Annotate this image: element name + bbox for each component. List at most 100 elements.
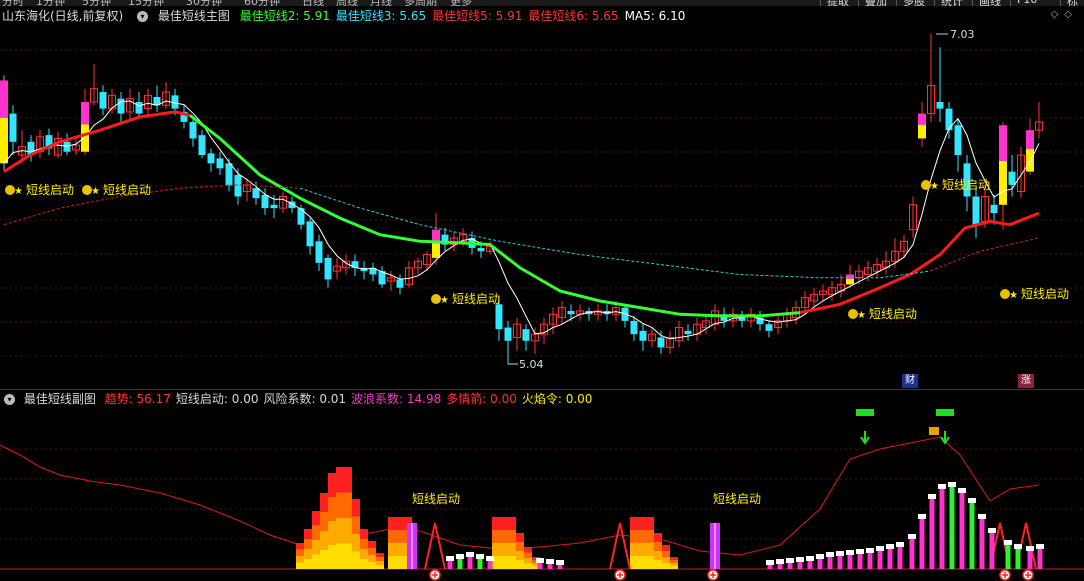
candle-body [504, 327, 512, 341]
period-tab-6[interactable]: 日线 [302, 0, 324, 6]
period-tab-5[interactable]: 60分钟 [244, 0, 280, 6]
signal-flag [856, 409, 874, 416]
stock-title: 山东海化(日线,前复权) [2, 9, 124, 23]
wave-bar [447, 561, 453, 569]
candle-body [270, 204, 278, 209]
rise-badge[interactable]: 涨 [1018, 374, 1034, 388]
wave-cap [846, 550, 854, 555]
candle-body [234, 174, 242, 197]
wave-bar [887, 549, 893, 569]
long-ma-cyan [299, 187, 931, 279]
flame-bar [516, 560, 524, 569]
period-tab-8[interactable]: 月线 [370, 0, 392, 6]
candle-body [765, 324, 773, 331]
wave-bar [1027, 551, 1033, 569]
signal-label: 短线启动 [452, 292, 500, 306]
signal-label: 短线启动 [26, 183, 74, 197]
wave-bar [787, 563, 793, 569]
candle-body [1026, 148, 1034, 172]
signal-star-icon: ★ [91, 186, 100, 197]
wave-bar [777, 564, 783, 569]
period-tab-0[interactable]: 分时 [2, 0, 24, 6]
toolbar-button-4[interactable]: 画线 [972, 0, 1007, 6]
indicator-name[interactable]: 最佳短线主图 [158, 9, 230, 23]
trend-line-green [189, 114, 801, 318]
wave-cap [948, 482, 956, 487]
period-tab-3[interactable]: 15分钟 [128, 0, 164, 6]
finance-badge[interactable]: 财 [902, 374, 918, 388]
wave-bar [487, 561, 493, 569]
wave-bar [847, 555, 853, 569]
candle-body [972, 196, 980, 225]
toolbar-button-6[interactable]: 标记 [1060, 0, 1084, 6]
candle-body [432, 242, 440, 258]
start-bar-highlight [411, 523, 413, 569]
main-header-item-2: 最佳短线5: 5.91 [432, 9, 523, 23]
period-tab-1[interactable]: 1分钟 [36, 0, 65, 6]
collapse-icon[interactable]: ▾ [4, 394, 15, 405]
flame-bar [328, 545, 336, 569]
collapse-icon[interactable]: ▾ [137, 11, 149, 22]
period-tab-9[interactable]: 多周期 [404, 0, 437, 6]
toolbar-button-0[interactable]: 提取 [820, 0, 855, 6]
signal-star-icon: ★ [14, 186, 23, 197]
sub-signal-label: 短线启动 [412, 492, 460, 506]
wave-bar [897, 547, 903, 569]
signal-star-icon: ★ [440, 295, 449, 306]
candle-body [495, 304, 503, 330]
period-tab-2[interactable]: 5分钟 [82, 0, 111, 6]
sub-indicator-name[interactable]: 最佳短线副图 [24, 392, 96, 406]
candle-body [918, 113, 926, 125]
wave-cap [546, 559, 554, 564]
toolbar-button-3[interactable]: 统计 [934, 0, 969, 6]
flame-bar [320, 550, 328, 569]
candle-body [324, 257, 332, 280]
signal-label: 短线启动 [103, 183, 151, 197]
wave-cap [536, 558, 544, 563]
wave-cap [918, 514, 926, 519]
wave-bar [547, 564, 553, 569]
wave-cap [1004, 540, 1012, 545]
wave-cap [556, 560, 564, 565]
wave-cap [896, 542, 904, 547]
flame-bar [662, 563, 670, 569]
flame-bar [296, 562, 304, 569]
toolbar-button-5[interactable]: F10 [1010, 0, 1043, 6]
wave-bar [979, 519, 985, 569]
period-tab-7[interactable]: 周线 [336, 0, 358, 6]
candle-body [657, 337, 665, 348]
toolbar-button-1[interactable]: 叠加 [858, 0, 893, 6]
wave-cap [908, 534, 916, 539]
flame-bar [376, 565, 384, 569]
wave-cap [456, 554, 464, 559]
flame-bar [638, 556, 646, 569]
wave-cap [988, 528, 996, 533]
flame-bar [368, 562, 376, 569]
main-candlestick-chart: 7.035.04★ 短线启动 ★ 短线启动★ 短线启动★ 短线启动★ 短线启动★ 短线启动 [0, 28, 1084, 371]
sub-header-item-0: 趋势: 56.17 [104, 392, 171, 406]
period-tab-10[interactable]: 更多 [450, 0, 472, 6]
wave-cap [978, 514, 986, 519]
wave-bar [837, 556, 843, 569]
wave-cap [816, 554, 824, 559]
toolbar-button-2[interactable]: 多股 [896, 0, 931, 6]
wave-bar [477, 559, 483, 569]
sub-header-item-5: 火焰令: 0.00 [521, 392, 593, 406]
wave-bar [807, 561, 813, 569]
sub-header-item-1: 短线启动: 0.00 [175, 392, 259, 406]
wave-bar [767, 565, 773, 569]
candle-body [9, 113, 17, 142]
wave-bar [909, 539, 915, 569]
flame-bar [344, 543, 352, 569]
period-tab-4[interactable]: 30分钟 [186, 0, 222, 6]
settings-diamond-icon[interactable]: ◇◇ [1051, 9, 1078, 20]
wave-cap [938, 484, 946, 489]
candle-body [684, 330, 692, 335]
signal-label: 短线启动 [942, 178, 990, 192]
candle-body [1008, 171, 1016, 185]
sub-signal-label: 短线启动 [713, 492, 761, 506]
wave-bar [1005, 545, 1011, 569]
wave-bar [797, 562, 803, 569]
candle-body [522, 329, 530, 341]
wave-bar [827, 557, 833, 569]
